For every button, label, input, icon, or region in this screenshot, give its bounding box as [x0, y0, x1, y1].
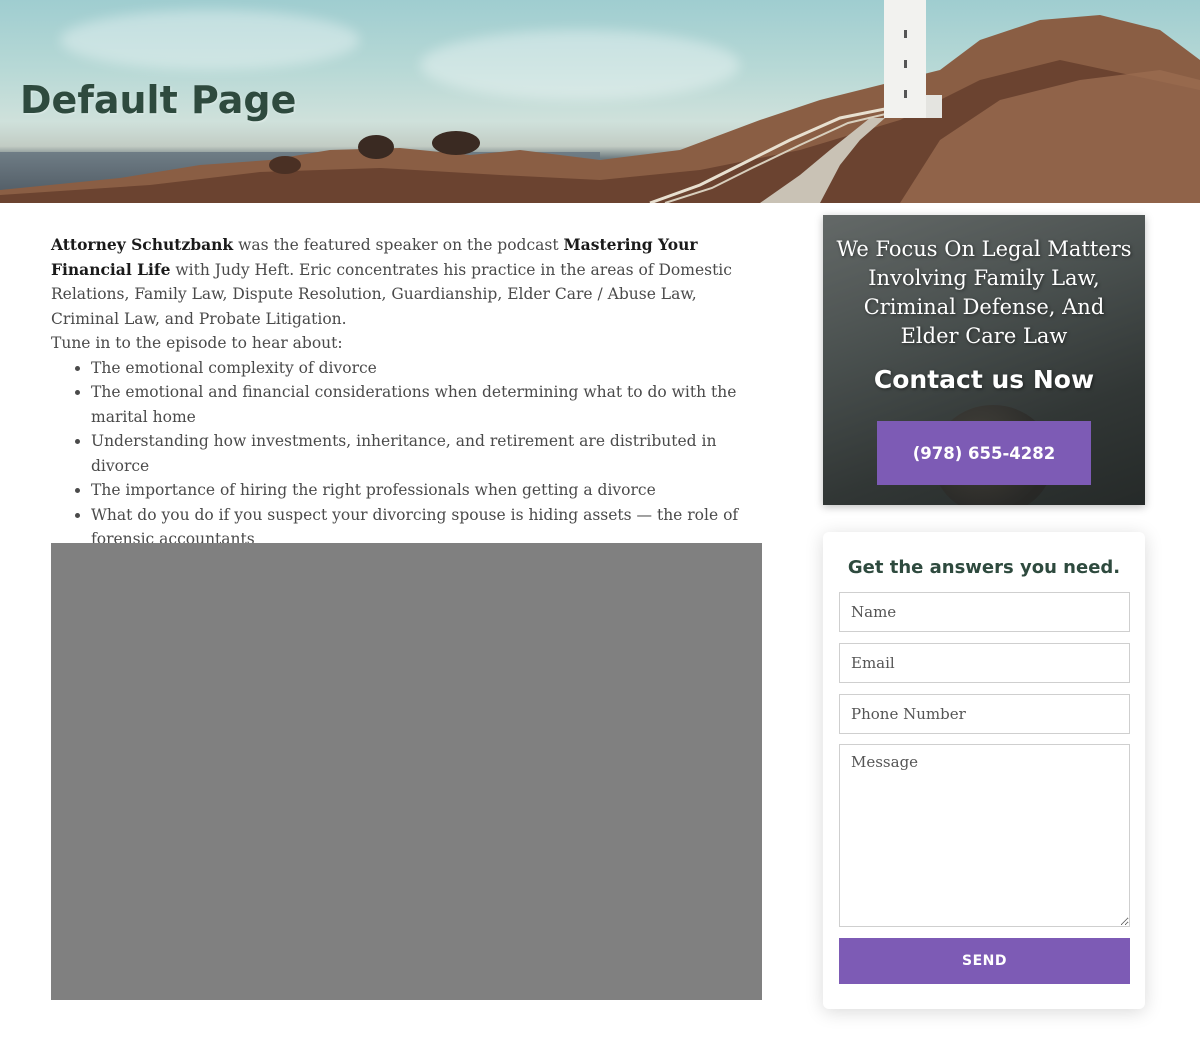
- cta-subheading: Contact us Now: [873, 365, 1095, 394]
- intro-paragraph: Attorney Schutzbank was the featured spe…: [51, 233, 763, 331]
- list-item: The importance of hiring the right profe…: [91, 478, 763, 503]
- list-item: The emotional and financial consideratio…: [91, 380, 763, 429]
- video-embed-placeholder[interactable]: [51, 543, 762, 1000]
- phone-button[interactable]: (978) 655-4282: [877, 421, 1091, 485]
- intro-text: was the featured speaker on the podcast: [233, 236, 564, 254]
- cta-heading: We Focus On Legal Matters Involving Fami…: [836, 237, 1132, 348]
- email-field[interactable]: [839, 643, 1130, 683]
- list-item: The emotional complexity of divorce: [91, 356, 763, 381]
- speaker-name: Attorney Schutzbank: [51, 235, 234, 254]
- form-title: Get the answers you need.: [847, 557, 1121, 578]
- hero-banner: Default Page: [0, 0, 1200, 203]
- list-item: Understanding how investments, inheritan…: [91, 429, 763, 478]
- contact-cta-panel: We Focus On Legal Matters Involving Fami…: [823, 215, 1145, 505]
- topics-list: The emotional complexity of divorce The …: [91, 356, 763, 552]
- name-field[interactable]: [839, 592, 1130, 632]
- contact-form: Get the answers you need. SEND: [823, 532, 1145, 1009]
- phone-number-field[interactable]: [839, 694, 1130, 734]
- article-body: Attorney Schutzbank was the featured spe…: [51, 233, 763, 552]
- message-field[interactable]: [839, 744, 1130, 927]
- send-button[interactable]: SEND: [839, 938, 1130, 984]
- tune-in-text: Tune in to the episode to hear about:: [51, 334, 343, 352]
- page-title: Default Page: [20, 78, 297, 122]
